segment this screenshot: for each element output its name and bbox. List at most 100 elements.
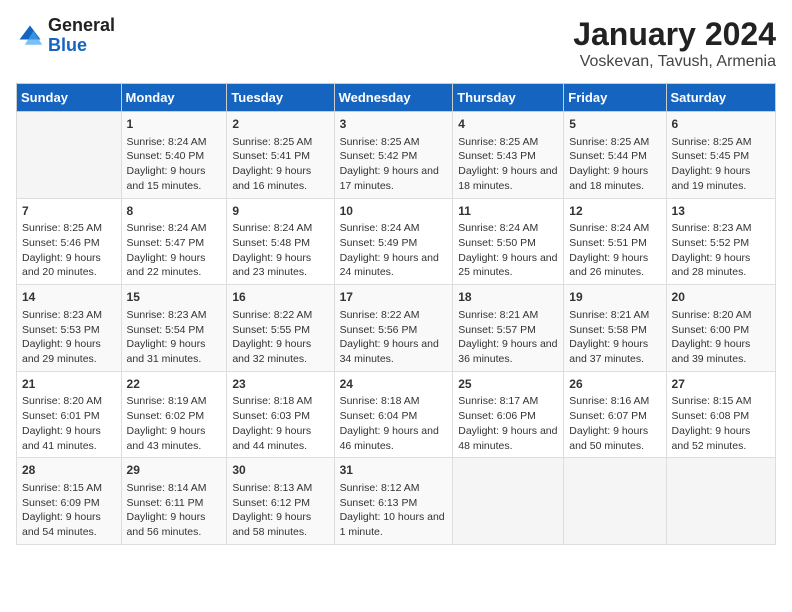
title-area: January 2024 Voskevan, Tavush, Armenia bbox=[573, 16, 776, 71]
day-info: Sunrise: 8:14 AMSunset: 6:11 PMDaylight:… bbox=[127, 481, 222, 540]
day-header-monday: Monday bbox=[121, 84, 227, 112]
day-header-sunday: Sunday bbox=[17, 84, 122, 112]
day-cell: 23Sunrise: 8:18 AMSunset: 6:03 PMDayligh… bbox=[227, 371, 334, 458]
day-cell: 28 Sunrise: 8:15 AMSunset: 6:09 PMDayligh… bbox=[17, 458, 122, 545]
day-number: 12 bbox=[569, 203, 660, 220]
day-number: 18 bbox=[458, 289, 558, 306]
day-number: 28 bbox=[22, 462, 116, 479]
day-cell: 21Sunrise: 8:20 AMSunset: 6:01 PMDayligh… bbox=[17, 371, 122, 458]
day-number: 20 bbox=[672, 289, 770, 306]
day-number: 11 bbox=[458, 203, 558, 220]
day-cell: 6 Sunrise: 8:25 AMSunset: 5:45 PMDaylight… bbox=[666, 112, 775, 199]
day-info: Sunrise: 8:20 AMSunset: 6:01 PMDaylight:… bbox=[22, 394, 116, 453]
day-number: 17 bbox=[340, 289, 448, 306]
day-number: 2 bbox=[232, 116, 328, 133]
day-header-wednesday: Wednesday bbox=[334, 84, 453, 112]
logo: General Blue bbox=[16, 16, 115, 56]
day-number: 4 bbox=[458, 116, 558, 133]
day-cell: 17 Sunrise: 8:22 AMSunset: 5:56 PMDayligh… bbox=[334, 285, 453, 372]
logo-general-text: General bbox=[48, 16, 115, 36]
day-info: Sunrise: 8:12 AMSunset: 6:13 PMDaylight:… bbox=[340, 481, 448, 540]
day-cell: 1 Sunrise: 8:24 AMSunset: 5:40 PMDaylight… bbox=[121, 112, 227, 199]
day-info: Sunrise: 8:24 AMSunset: 5:40 PMDaylight:… bbox=[127, 135, 222, 194]
day-number: 29 bbox=[127, 462, 222, 479]
day-number: 3 bbox=[340, 116, 448, 133]
day-cell: 13Sunrise: 8:23 AMSunset: 5:52 PMDayligh… bbox=[666, 198, 775, 285]
day-cell: 29 Sunrise: 8:14 AMSunset: 6:11 PMDayligh… bbox=[121, 458, 227, 545]
day-number: 10 bbox=[340, 203, 448, 220]
day-number: 9 bbox=[232, 203, 328, 220]
day-cell: 18 Sunrise: 8:21 AMSunset: 5:57 PMDayligh… bbox=[453, 285, 564, 372]
day-cell: 20 Sunrise: 8:20 AMSunset: 6:00 PMDayligh… bbox=[666, 285, 775, 372]
day-number: 27 bbox=[672, 376, 770, 393]
day-info: Sunrise: 8:22 AMSunset: 5:55 PMDaylight:… bbox=[232, 308, 328, 367]
day-cell bbox=[666, 458, 775, 545]
day-info: Sunrise: 8:23 AMSunset: 5:54 PMDaylight:… bbox=[127, 308, 222, 367]
week-row-1: 1 Sunrise: 8:24 AMSunset: 5:40 PMDaylight… bbox=[17, 112, 776, 199]
day-info: Sunrise: 8:24 AMSunset: 5:48 PMDaylight:… bbox=[232, 221, 328, 280]
day-info: Sunrise: 8:24 AMSunset: 5:47 PMDaylight:… bbox=[127, 221, 222, 280]
day-info: Sunrise: 8:22 AMSunset: 5:56 PMDaylight:… bbox=[340, 308, 448, 367]
sub-title: Voskevan, Tavush, Armenia bbox=[573, 53, 776, 71]
day-info: Sunrise: 8:25 AMSunset: 5:44 PMDaylight:… bbox=[569, 135, 660, 194]
week-row-3: 14 Sunrise: 8:23 AMSunset: 5:53 PMDayligh… bbox=[17, 285, 776, 372]
day-cell: 22Sunrise: 8:19 AMSunset: 6:02 PMDayligh… bbox=[121, 371, 227, 458]
day-cell: 24Sunrise: 8:18 AMSunset: 6:04 PMDayligh… bbox=[334, 371, 453, 458]
week-row-5: 28 Sunrise: 8:15 AMSunset: 6:09 PMDayligh… bbox=[17, 458, 776, 545]
logo-blue-text: Blue bbox=[48, 36, 115, 56]
day-cell: 7Sunrise: 8:25 AMSunset: 5:46 PMDaylight… bbox=[17, 198, 122, 285]
day-cell: 10Sunrise: 8:24 AMSunset: 5:49 PMDayligh… bbox=[334, 198, 453, 285]
day-cell: 3 Sunrise: 8:25 AMSunset: 5:42 PMDaylight… bbox=[334, 112, 453, 199]
day-info: Sunrise: 8:24 AMSunset: 5:49 PMDaylight:… bbox=[340, 221, 448, 280]
week-row-4: 21Sunrise: 8:20 AMSunset: 6:01 PMDayligh… bbox=[17, 371, 776, 458]
logo-icon bbox=[16, 22, 44, 50]
day-info: Sunrise: 8:18 AMSunset: 6:03 PMDaylight:… bbox=[232, 394, 328, 453]
day-header-saturday: Saturday bbox=[666, 84, 775, 112]
day-cell: 25Sunrise: 8:17 AMSunset: 6:06 PMDayligh… bbox=[453, 371, 564, 458]
day-cell: 27Sunrise: 8:15 AMSunset: 6:08 PMDayligh… bbox=[666, 371, 775, 458]
day-header-thursday: Thursday bbox=[453, 84, 564, 112]
day-cell bbox=[453, 458, 564, 545]
day-cell: 31 Sunrise: 8:12 AMSunset: 6:13 PMDayligh… bbox=[334, 458, 453, 545]
day-info: Sunrise: 8:13 AMSunset: 6:12 PMDaylight:… bbox=[232, 481, 328, 540]
day-number: 16 bbox=[232, 289, 328, 306]
day-number: 31 bbox=[340, 462, 448, 479]
day-number: 1 bbox=[127, 116, 222, 133]
day-cell: 16 Sunrise: 8:22 AMSunset: 5:55 PMDayligh… bbox=[227, 285, 334, 372]
day-info: Sunrise: 8:15 AMSunset: 6:09 PMDaylight:… bbox=[22, 481, 116, 540]
day-info: Sunrise: 8:20 AMSunset: 6:00 PMDaylight:… bbox=[672, 308, 770, 367]
day-info: Sunrise: 8:24 AMSunset: 5:51 PMDaylight:… bbox=[569, 221, 660, 280]
day-number: 25 bbox=[458, 376, 558, 393]
day-info: Sunrise: 8:19 AMSunset: 6:02 PMDaylight:… bbox=[127, 394, 222, 453]
day-info: Sunrise: 8:18 AMSunset: 6:04 PMDaylight:… bbox=[340, 394, 448, 453]
day-number: 7 bbox=[22, 203, 116, 220]
day-cell: 2 Sunrise: 8:25 AMSunset: 5:41 PMDaylight… bbox=[227, 112, 334, 199]
day-cell: 8Sunrise: 8:24 AMSunset: 5:47 PMDaylight… bbox=[121, 198, 227, 285]
day-number: 30 bbox=[232, 462, 328, 479]
day-number: 26 bbox=[569, 376, 660, 393]
day-cell: 11Sunrise: 8:24 AMSunset: 5:50 PMDayligh… bbox=[453, 198, 564, 285]
day-cell bbox=[17, 112, 122, 199]
day-number: 15 bbox=[127, 289, 222, 306]
day-header-tuesday: Tuesday bbox=[227, 84, 334, 112]
day-info: Sunrise: 8:25 AMSunset: 5:41 PMDaylight:… bbox=[232, 135, 328, 194]
day-info: Sunrise: 8:21 AMSunset: 5:57 PMDaylight:… bbox=[458, 308, 558, 367]
header: General Blue January 2024 Voskevan, Tavu… bbox=[16, 16, 776, 71]
day-info: Sunrise: 8:25 AMSunset: 5:43 PMDaylight:… bbox=[458, 135, 558, 194]
day-info: Sunrise: 8:25 AMSunset: 5:45 PMDaylight:… bbox=[672, 135, 770, 194]
day-info: Sunrise: 8:23 AMSunset: 5:52 PMDaylight:… bbox=[672, 221, 770, 280]
day-cell: 14 Sunrise: 8:23 AMSunset: 5:53 PMDayligh… bbox=[17, 285, 122, 372]
day-number: 14 bbox=[22, 289, 116, 306]
day-info: Sunrise: 8:16 AMSunset: 6:07 PMDaylight:… bbox=[569, 394, 660, 453]
calendar-table: SundayMondayTuesdayWednesdayThursdayFrid… bbox=[16, 83, 776, 545]
day-info: Sunrise: 8:25 AMSunset: 5:46 PMDaylight:… bbox=[22, 221, 116, 280]
day-info: Sunrise: 8:21 AMSunset: 5:58 PMDaylight:… bbox=[569, 308, 660, 367]
day-cell: 19Sunrise: 8:21 AMSunset: 5:58 PMDayligh… bbox=[564, 285, 666, 372]
day-number: 13 bbox=[672, 203, 770, 220]
day-number: 6 bbox=[672, 116, 770, 133]
day-info: Sunrise: 8:23 AMSunset: 5:53 PMDaylight:… bbox=[22, 308, 116, 367]
day-cell: 30 Sunrise: 8:13 AMSunset: 6:12 PMDayligh… bbox=[227, 458, 334, 545]
day-number: 23 bbox=[232, 376, 328, 393]
day-info: Sunrise: 8:25 AMSunset: 5:42 PMDaylight:… bbox=[340, 135, 448, 194]
day-info: Sunrise: 8:17 AMSunset: 6:06 PMDaylight:… bbox=[458, 394, 558, 453]
